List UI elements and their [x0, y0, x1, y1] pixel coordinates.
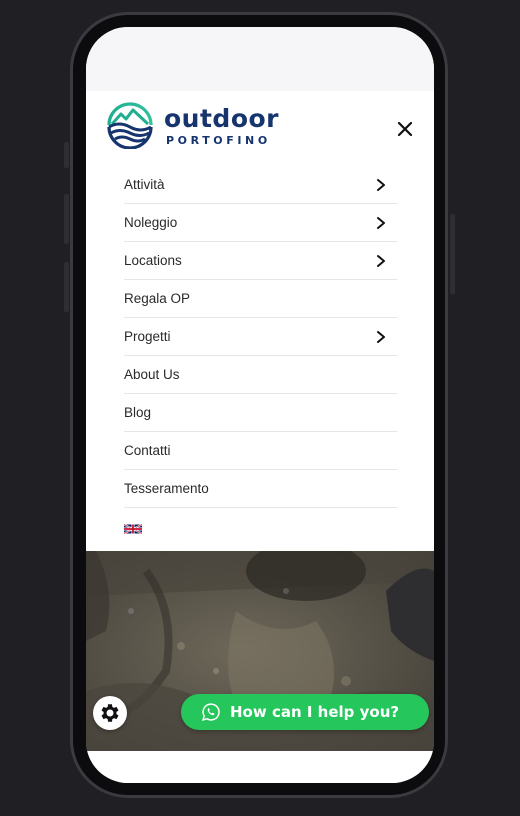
close-icon: [397, 121, 413, 137]
phone-volume-down-button: [64, 262, 69, 312]
chevron-right-icon[interactable]: [375, 254, 387, 268]
status-bar-area: [86, 27, 434, 92]
whatsapp-chat-label: How can I help you?: [230, 703, 400, 721]
menu-item-blog[interactable]: Blog: [124, 394, 397, 432]
settings-button[interactable]: [93, 696, 127, 730]
menu-item-label: Contatti: [124, 443, 171, 458]
menu-item-label: Noleggio: [124, 215, 178, 230]
menu-item-label: Blog: [124, 405, 152, 420]
main-menu-list: Attività Noleggio Locations Regala OP Proget…: [124, 166, 397, 508]
chevron-right-icon[interactable]: [375, 330, 387, 344]
menu-item-label: About Us: [124, 367, 180, 382]
menu-item-attivit[interactable]: Attività: [124, 166, 397, 204]
menu-item-noleggio[interactable]: Noleggio: [124, 204, 397, 242]
phone-screen: outdoor PORTOFINO Attività Noleggio Locati…: [86, 27, 434, 783]
menu-item-regala-op[interactable]: Regala OP: [124, 280, 397, 318]
mobile-menu-panel: outdoor PORTOFINO Attività Noleggio Locati…: [86, 91, 434, 551]
menu-item-label: Regala OP: [124, 291, 191, 306]
menu-close-button[interactable]: [394, 118, 416, 140]
menu-item-tesseramento[interactable]: Tesseramento: [124, 470, 397, 508]
mountain-sea-logo-icon: [107, 102, 153, 149]
menu-item-about-us[interactable]: About Us: [124, 356, 397, 394]
language-switch-english[interactable]: [123, 521, 144, 535]
chevron-right-icon[interactable]: [375, 216, 387, 230]
menu-item-progetti[interactable]: Progetti: [124, 318, 397, 356]
phone-power-button: [450, 214, 455, 294]
brand-logo[interactable]: outdoor PORTOFINO: [106, 101, 286, 153]
gear-icon: [101, 704, 119, 722]
bottom-safe-area: [86, 751, 434, 783]
phone-volume-up-button: [64, 194, 69, 244]
chevron-right-icon[interactable]: [375, 178, 387, 192]
menu-item-contatti[interactable]: Contatti: [124, 432, 397, 470]
whatsapp-icon: [202, 703, 220, 721]
phone-mute-switch: [64, 142, 69, 168]
whatsapp-chat-button[interactable]: How can I help you?: [181, 694, 429, 730]
menu-item-label: Attività: [124, 177, 165, 192]
brand-subtitle: PORTOFINO: [166, 134, 271, 147]
menu-item-locations[interactable]: Locations: [124, 242, 397, 280]
menu-item-label: Locations: [124, 253, 182, 268]
brand-name: outdoor: [164, 104, 279, 133]
uk-flag-icon: [123, 523, 143, 535]
menu-item-label: Tesseramento: [124, 481, 209, 496]
menu-item-label: Progetti: [124, 329, 171, 344]
